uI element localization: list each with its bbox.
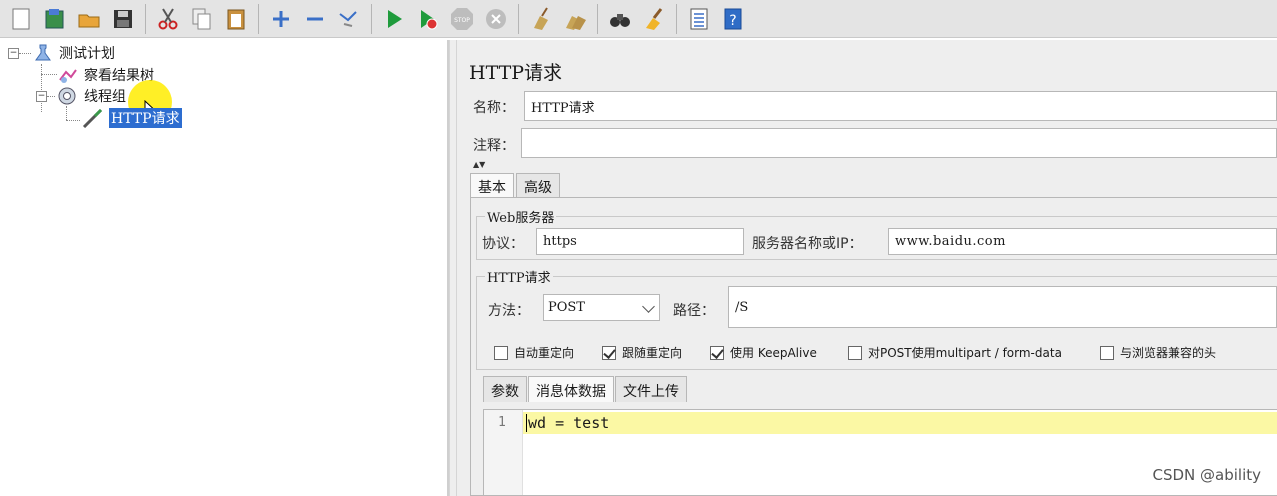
- option-auto-redirect[interactable]: 自动重定向: [494, 344, 574, 361]
- server-name-label: 服务器名称或IP：: [752, 236, 863, 252]
- tree-node-test-plan[interactable]: 测试计划: [34, 43, 115, 63]
- checkbox[interactable]: [494, 345, 508, 360]
- editor-gutter: 1: [484, 410, 523, 495]
- line-number: 1: [498, 415, 506, 430]
- search-icon[interactable]: [606, 4, 634, 34]
- tree-node-label: 线程组: [84, 89, 126, 105]
- checkbox[interactable]: [1100, 345, 1114, 360]
- new-icon[interactable]: [7, 4, 35, 34]
- path-label: 路径：: [673, 303, 715, 319]
- method-select-value: POST: [548, 300, 585, 315]
- tab-advanced[interactable]: 高级: [516, 173, 560, 197]
- tab-parameters[interactable]: 参数: [483, 376, 527, 402]
- tree-connector: [41, 74, 57, 75]
- chevron-down-icon: [642, 300, 655, 313]
- tree-node-http-request[interactable]: HTTP请求: [81, 108, 182, 128]
- listener-icon: [59, 69, 77, 83]
- toolbar-separator: [518, 3, 519, 34]
- help-icon[interactable]: ?: [719, 4, 747, 34]
- page-title: HTTP请求: [469, 62, 563, 84]
- code-line[interactable]: wd = test: [528, 414, 609, 432]
- tab-file-upload[interactable]: 文件上传: [615, 376, 687, 402]
- tree-connector: [66, 120, 80, 121]
- tree-connector: [47, 96, 55, 97]
- start-no-pause-icon[interactable]: [414, 4, 442, 34]
- tree-node-label: HTTP请求: [109, 108, 182, 128]
- checkbox[interactable]: [848, 345, 862, 360]
- tree-connector: [66, 106, 67, 120]
- comment-label: 注释：: [473, 138, 515, 154]
- tree-connector: [41, 64, 42, 112]
- collapse-arrows-icon[interactable]: ▲▼: [473, 160, 485, 169]
- stop-icon[interactable]: STOP: [448, 4, 476, 34]
- copy-icon[interactable]: [188, 4, 216, 34]
- thread-group-icon: [58, 87, 76, 105]
- save-icon[interactable]: [109, 4, 137, 34]
- tab-basic[interactable]: 基本: [470, 173, 514, 197]
- toolbar-separator: [371, 3, 372, 34]
- config-tabs: 基本 高级: [470, 173, 562, 197]
- option-browser-compatible-headers[interactable]: 与浏览器兼容的头: [1100, 344, 1216, 361]
- comment-input[interactable]: [521, 128, 1277, 158]
- checkbox-checked[interactable]: [710, 345, 724, 360]
- checkbox-label: 自动重定向: [514, 346, 575, 360]
- tree-collapse-toggle[interactable]: −: [36, 91, 47, 102]
- tab-body-data[interactable]: 消息体数据: [528, 376, 614, 402]
- expand-icon[interactable]: [267, 4, 295, 34]
- split-pane-divider[interactable]: [449, 40, 457, 496]
- cut-icon[interactable]: [154, 4, 182, 34]
- collapse-icon[interactable]: [301, 4, 329, 34]
- test-plan-icon: [35, 44, 51, 61]
- sampler-icon: [82, 108, 103, 128]
- toolbar-separator: [676, 3, 677, 34]
- templates-icon[interactable]: [41, 4, 69, 34]
- watermark: CSDN @ability: [1152, 466, 1261, 484]
- server-name-input[interactable]: www.baidu.com: [888, 228, 1277, 255]
- checkbox-label: 与浏览器兼容的头: [1120, 346, 1217, 360]
- option-multipart[interactable]: 对POST使用multipart / form-data: [848, 344, 1062, 361]
- test-plan-tree: − 测试计划 察看结果树 − 线程组 HTTP请求: [0, 40, 449, 496]
- open-icon[interactable]: [75, 4, 103, 34]
- toolbar-separator: [145, 3, 146, 34]
- toolbar: STOP ?: [0, 0, 1277, 38]
- shutdown-icon[interactable]: [482, 4, 510, 34]
- tree-collapse-toggle[interactable]: −: [8, 48, 19, 59]
- web-server-legend: Web服务器: [485, 207, 557, 226]
- checkbox-checked[interactable]: [602, 345, 616, 360]
- toggle-icon[interactable]: [335, 4, 363, 34]
- clear-all-icon[interactable]: [561, 4, 589, 34]
- tree-node-thread-group[interactable]: 线程组: [56, 86, 126, 106]
- svg-text:?: ?: [729, 13, 736, 29]
- toolbar-separator: [597, 3, 598, 34]
- name-input[interactable]: HTTP请求: [524, 91, 1277, 121]
- path-input[interactable]: /S: [728, 286, 1277, 328]
- name-label: 名称：: [473, 100, 515, 116]
- tree-connector: [19, 53, 31, 54]
- http-request-legend: HTTP请求: [485, 267, 553, 286]
- checkbox-label: 对POST使用multipart / form-data: [868, 346, 1062, 360]
- reset-search-icon[interactable]: [640, 4, 668, 34]
- text-caret: [526, 414, 527, 432]
- method-select[interactable]: POST: [543, 294, 660, 321]
- checkbox-label: 跟随重定向: [622, 346, 683, 360]
- function-helper-icon[interactable]: [685, 4, 713, 34]
- clear-icon[interactable]: [527, 4, 555, 34]
- stop-icon-label: STOP: [454, 17, 470, 24]
- checkbox-label: 使用 KeepAlive: [730, 346, 817, 360]
- body-tabs: 参数 消息体数据 文件上传: [483, 376, 688, 402]
- protocol-input[interactable]: https: [536, 228, 744, 255]
- option-keepalive[interactable]: 使用 KeepAlive: [710, 344, 817, 361]
- protocol-label: 协议：: [482, 236, 524, 252]
- start-icon[interactable]: [380, 4, 408, 34]
- method-label: 方法：: [488, 303, 530, 319]
- option-follow-redirect[interactable]: 跟随重定向: [602, 344, 682, 361]
- current-line-highlight: [523, 412, 1277, 434]
- paste-icon[interactable]: [222, 4, 250, 34]
- http-request-panel: HTTP请求 名称： HTTP请求 注释： ▲▼ 基本 高级 Web服务器 协议…: [457, 40, 1277, 496]
- tree-node-label: 测试计划: [59, 46, 115, 62]
- toolbar-separator: [258, 3, 259, 34]
